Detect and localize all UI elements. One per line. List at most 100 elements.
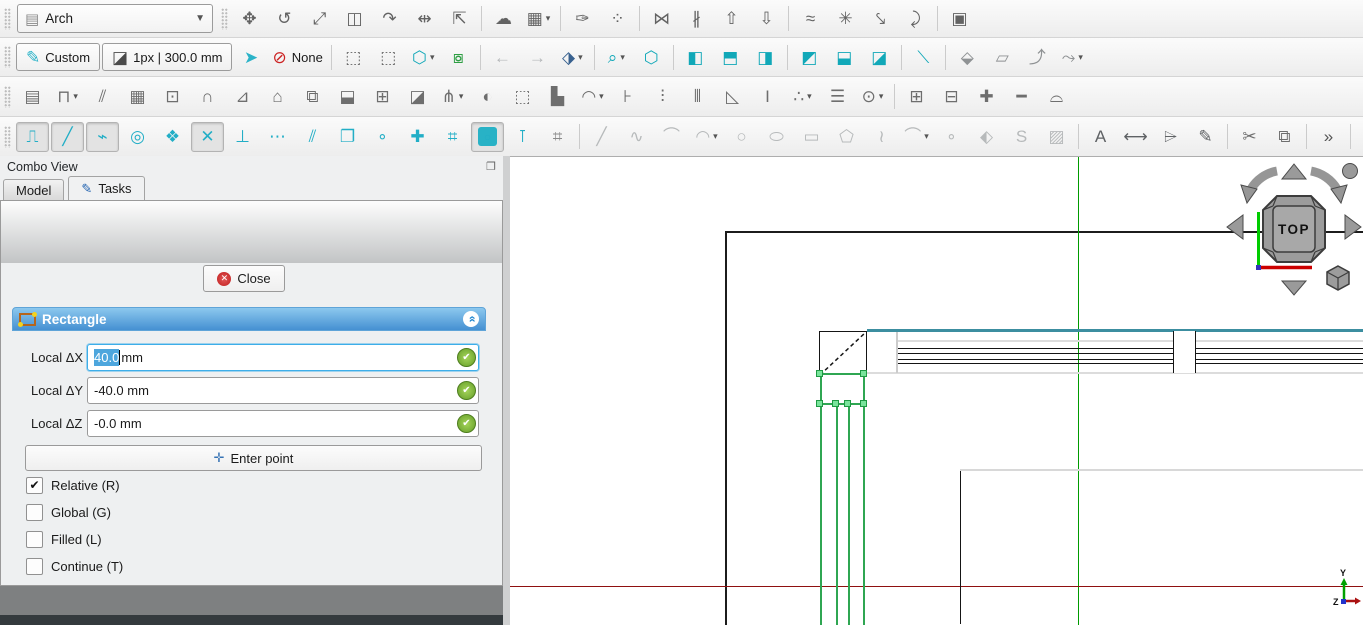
arch-space-icon[interactable]: ⬚ [506,82,539,112]
folder-icon[interactable]: ▱ [986,42,1019,72]
arch-axis-system-icon[interactable]: ◐ [471,82,504,112]
view-rear-icon[interactable]: ◩ [793,42,826,72]
rotate-icon[interactable]: ↺ [268,4,301,34]
axonometric-view-icon[interactable]: ⬡ [635,42,668,72]
arch-rebar-icon[interactable]: ⫽ [86,82,119,112]
cut-icon[interactable]: ✂ [1233,122,1266,152]
label-icon[interactable]: ⌲ [1154,122,1187,152]
view-right-icon[interactable]: ◨ [749,42,782,72]
measure-icon[interactable]: ⟍ [907,42,940,72]
stretch-icon[interactable]: ⇱ [443,4,476,34]
snap-endpoint-icon[interactable]: ╱ [51,122,84,152]
offset-icon[interactable]: ↷ [373,4,406,34]
arch-schedule-icon[interactable]: ☰ [821,82,854,112]
arch-building-icon[interactable]: ⌂ [261,82,294,112]
view-isometric-icon[interactable]: ⬡▾ [407,42,440,72]
mirror-icon[interactable]: ◫ [338,4,371,34]
snap-grid-icon[interactable]: ⌗ [436,122,469,152]
arch-remove-component-icon[interactable]: ⊟ [935,82,968,112]
snap-ortho-icon[interactable]: ✚ [401,122,434,152]
arch-material-icon[interactable]: ⊙▾ [856,82,889,112]
edit-node-handle[interactable] [816,370,823,377]
relative-checkbox[interactable]: ✔ [26,477,43,494]
draft-edit-icon[interactable]: ✑ [566,4,599,34]
arch-curtain-wall-icon[interactable]: ▦ [121,82,154,112]
part-shape-icon[interactable]: ⬙ [951,42,984,72]
arch-axis-icon[interactable]: ⋔▾ [436,82,469,112]
window-mullion[interactable] [1173,331,1196,373]
continue-checkbox[interactable] [26,558,43,575]
annotation-styles-icon[interactable]: ✎ [1189,122,1222,152]
3d-viewport[interactable]: TOP Y Z [510,156,1363,625]
draft-shapestring-icon[interactable]: S [1005,122,1038,152]
downgrade-icon[interactable]: ⇩ [750,4,783,34]
local-dy-field[interactable]: -40.0 mm [87,377,479,404]
tab-model[interactable]: Model [3,179,64,200]
draft-line-icon[interactable]: ╱ [585,122,618,152]
snap-near-icon[interactable]: ❐ [331,122,364,152]
nav-right-arrow[interactable] [1345,215,1361,239]
text-icon[interactable]: A [1084,122,1117,152]
draft-fillet-icon[interactable]: ⌒ [655,122,688,152]
arch-frame-icon[interactable]: ⊦ [611,82,644,112]
view-front-icon[interactable]: ◧ [679,42,712,72]
view-top-icon[interactable]: ⬒ [714,42,747,72]
draft-bezier-icon[interactable]: ⌒▾ [900,122,933,152]
layers-icon[interactable]: ▣ [943,4,976,34]
selected-wall-edge[interactable] [836,403,838,625]
enter-point-button[interactable]: ✛ Enter point [25,445,482,471]
dimension-icon[interactable]: ⟷ [1119,122,1152,152]
arch-survey-icon[interactable]: ⌓ [1040,82,1073,112]
snap-dimensions-icon[interactable]: ⊺ [506,122,539,152]
edit-node-handle[interactable] [860,370,867,377]
wire-to-bspline-icon[interactable]: ≈ [794,4,827,34]
link-navigate-icon[interactable]: ⬗▾ [556,42,589,72]
arch-profile-icon[interactable]: I [751,82,784,112]
nav-rotate-cw-arrow[interactable] [1311,171,1337,189]
arch-site-icon[interactable]: ⬓ [331,82,364,112]
snap-special-icon[interactable]: ∘ [366,122,399,152]
global-checkbox[interactable] [26,504,43,521]
nav-rotate-ccw-arrow[interactable] [1251,171,1277,189]
toolbar-grip[interactable] [221,8,228,30]
arch-pipe-icon[interactable]: ∴▾ [786,82,819,112]
close-button[interactable]: ✕ Close [203,265,285,292]
arch-stairs-icon[interactable]: ▙ [541,82,574,112]
autogroup-button[interactable]: ⊘None [269,42,325,72]
array-icon[interactable]: ▦▾ [522,4,555,34]
export-icon[interactable]: ⤴ [1021,42,1054,72]
collapse-section-button[interactable]: » [463,311,479,327]
scale-icon[interactable]: ⤢ [303,4,336,34]
selected-wall-edge[interactable] [819,403,866,405]
snap-center-icon[interactable]: ◎ [121,122,154,152]
view-bottom-icon[interactable]: ⬓ [828,42,861,72]
draft-wire-icon[interactable]: ∿ [620,122,653,152]
draft-ellipse-icon[interactable]: ⬭ [760,122,793,152]
slope-icon[interactable]: ⤥ [864,4,897,34]
nav-down-arrow[interactable] [1282,281,1306,295]
workbench-selector[interactable]: ▤ Arch ▼ [17,4,213,33]
snap-lock-icon[interactable]: ⎍ [16,122,49,152]
window-pane-line[interactable] [898,363,1363,364]
nav-left-arrow[interactable] [1227,215,1243,239]
arch-window-icon[interactable]: ⊞ [366,82,399,112]
window-pane-line[interactable] [898,353,1363,354]
local-dx-field[interactable]: 40.0 mm [87,344,479,371]
arch-wall-icon[interactable]: ▤ [16,82,49,112]
fit-selection-icon[interactable]: ⧇ [442,42,475,72]
arch-fence-icon[interactable]: ⫴ [681,82,714,112]
arch-building-part-icon[interactable]: ⊡ [156,82,189,112]
arch-remove-icon[interactable]: ━ [1005,82,1038,112]
add-to-group-icon[interactable]: ➤ [234,42,267,72]
flip-direction-icon[interactable]: ⤸ [899,4,932,34]
nav-forward-icon[interactable]: → [521,42,554,72]
toolbar-overflow-icon[interactable]: » [1312,122,1345,152]
macro-record-icon[interactable]: ● [1356,122,1363,152]
point-array-icon[interactable]: ⁘ [601,4,634,34]
edit-node-handle[interactable] [816,400,823,407]
snap-extension-icon[interactable]: ⋯ [261,122,294,152]
draft-circle-icon[interactable]: ○ [725,122,758,152]
share-icon[interactable]: ⤳▾ [1056,42,1089,72]
toolbar-grip[interactable] [4,8,11,30]
draft-polygon-icon[interactable]: ⬠ [830,122,863,152]
